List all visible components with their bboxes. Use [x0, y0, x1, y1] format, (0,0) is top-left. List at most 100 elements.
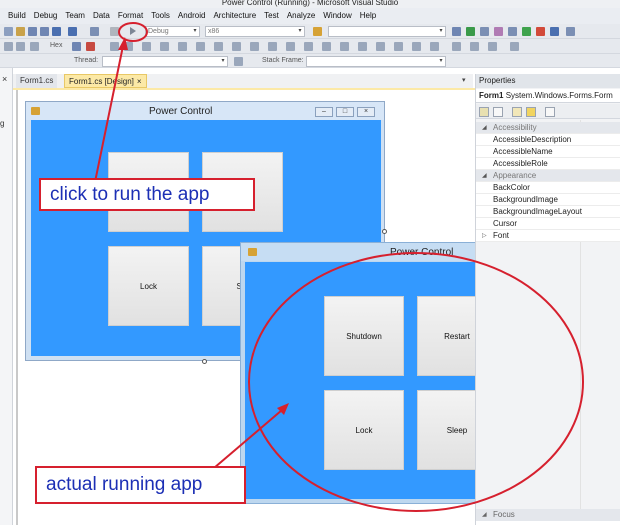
button-label: Lock [140, 281, 157, 291]
property-row[interactable]: BackgroundImageLayout [476, 206, 620, 218]
toolbox-icon[interactable] [508, 27, 517, 36]
expand-icon[interactable]: ▷ [482, 230, 487, 242]
center-horizontally-icon[interactable] [322, 42, 331, 51]
property-row[interactable] [476, 521, 620, 525]
save-all-icon[interactable] [40, 27, 49, 36]
lock-controls-icon[interactable] [412, 42, 421, 51]
alphabetical-icon[interactable] [493, 107, 503, 117]
close-icon[interactable]: × [2, 74, 7, 84]
close-icon[interactable]: × [137, 77, 142, 86]
breakpoint-icon[interactable] [72, 42, 81, 51]
menu-test[interactable]: Test [260, 8, 283, 24]
menu-android[interactable]: Android [174, 8, 210, 24]
find-icon[interactable] [313, 27, 322, 36]
size-to-grid-icon[interactable] [268, 42, 277, 51]
shutdown-button[interactable]: Shutdown [324, 296, 404, 376]
toolbar-overflow-icon[interactable] [566, 27, 575, 36]
menu-tools[interactable]: Tools [147, 8, 174, 24]
layout-icon[interactable] [488, 42, 497, 51]
send-to-back-icon[interactable] [376, 42, 385, 51]
property-row[interactable]: BackgroundImage [476, 194, 620, 206]
open-file-icon[interactable] [16, 27, 25, 36]
collapse-icon[interactable]: ◢ [482, 509, 487, 521]
menu-architecture[interactable]: Architecture [209, 8, 260, 24]
navigate-icon[interactable] [90, 27, 99, 36]
menu-help[interactable]: Help [356, 8, 380, 24]
solution-explorer-icon[interactable] [452, 27, 461, 36]
make-same-height-icon[interactable] [232, 42, 241, 51]
layout-icon[interactable] [452, 42, 461, 51]
undo-icon[interactable] [52, 27, 61, 36]
start-debugging-icon[interactable] [130, 27, 138, 35]
configuration-combo[interactable]: Debug ▾ [145, 26, 200, 37]
property-row[interactable]: AccessibleName [476, 146, 620, 158]
team-explorer-icon[interactable] [466, 27, 475, 36]
vertical-spacing-icon[interactable] [304, 42, 313, 51]
align-top-icon[interactable] [160, 42, 169, 51]
tab-order-icon[interactable] [394, 42, 403, 51]
stack-frame-combo[interactable]: ▾ [306, 56, 446, 67]
align-icon[interactable] [16, 42, 25, 51]
tab-label: Form1.cs [20, 76, 54, 85]
property-category[interactable]: ◢ Accessibility [476, 122, 620, 134]
tab-form1-design[interactable]: Form1.cs [Design] × [64, 74, 147, 88]
property-category[interactable]: ◢ Appearance [476, 170, 620, 182]
horizontal-spacing-icon[interactable] [286, 42, 295, 51]
property-row[interactable]: BackColor [476, 182, 620, 194]
resize-handle[interactable] [382, 229, 387, 234]
start-page-icon[interactable] [522, 27, 531, 36]
property-row[interactable]: ▷ Font [476, 230, 620, 242]
property-pages-icon[interactable] [545, 107, 555, 117]
menu-build[interactable]: Build [4, 8, 30, 24]
center-vertically-icon[interactable] [340, 42, 349, 51]
property-row[interactable]: AccessibleDescription [476, 134, 620, 146]
properties-view-icon[interactable] [512, 107, 522, 117]
property-row[interactable]: AccessibleRole [476, 158, 620, 170]
design-button-lock[interactable]: Lock [108, 246, 189, 326]
menu-analyze[interactable]: Analyze [283, 8, 319, 24]
object-browser-icon[interactable] [494, 27, 503, 36]
new-project-icon[interactable] [4, 27, 13, 36]
menu-format[interactable]: Format [114, 8, 147, 24]
make-same-width-icon[interactable] [214, 42, 223, 51]
layout-icon[interactable] [430, 42, 439, 51]
align-icon[interactable] [4, 42, 13, 51]
find-combo[interactable]: ▾ [328, 26, 446, 37]
save-icon[interactable] [28, 27, 37, 36]
filter-icon[interactable] [234, 57, 243, 66]
properties-object-selector[interactable]: Form1 System.Windows.Forms.Form [476, 89, 620, 103]
align-icon[interactable] [30, 42, 39, 51]
categorized-icon[interactable] [479, 107, 489, 117]
lock-button[interactable]: Lock [324, 390, 404, 470]
align-middle-icon[interactable] [178, 42, 187, 51]
extension-manager-icon[interactable] [536, 27, 545, 36]
redo-icon[interactable] [68, 27, 77, 36]
property-row[interactable]: Cursor [476, 218, 620, 230]
collapse-icon[interactable]: ◢ [482, 170, 487, 182]
stop-icon[interactable] [86, 42, 95, 51]
options-icon[interactable] [550, 27, 559, 36]
chevron-down-icon[interactable]: ▾ [462, 76, 466, 84]
tab-form1-cs[interactable]: Form1.cs [16, 74, 58, 88]
align-center-icon[interactable] [124, 42, 133, 51]
layout-icon[interactable] [470, 42, 479, 51]
menu-window[interactable]: Window [319, 8, 355, 24]
make-same-size-icon[interactable] [250, 42, 259, 51]
attach-icon[interactable] [110, 27, 119, 36]
align-right-icon[interactable] [142, 42, 151, 51]
server-explorer-icon[interactable] [480, 27, 489, 36]
property-category[interactable]: ◢ Focus [476, 509, 620, 521]
resize-handle[interactable] [202, 359, 207, 364]
align-bottom-icon[interactable] [196, 42, 205, 51]
menu-team[interactable]: Team [61, 8, 89, 24]
hex-toggle[interactable]: Hex [50, 41, 62, 51]
collapse-icon[interactable]: ◢ [482, 122, 487, 134]
menu-debug[interactable]: Debug [30, 8, 62, 24]
layout-icon[interactable] [510, 42, 519, 51]
align-left-icon[interactable] [110, 42, 119, 51]
thread-combo[interactable]: ▾ [102, 56, 228, 67]
events-icon[interactable] [526, 107, 536, 117]
bring-to-front-icon[interactable] [358, 42, 367, 51]
menu-data[interactable]: Data [89, 8, 114, 24]
platform-combo[interactable]: x86 ▾ [205, 26, 305, 37]
